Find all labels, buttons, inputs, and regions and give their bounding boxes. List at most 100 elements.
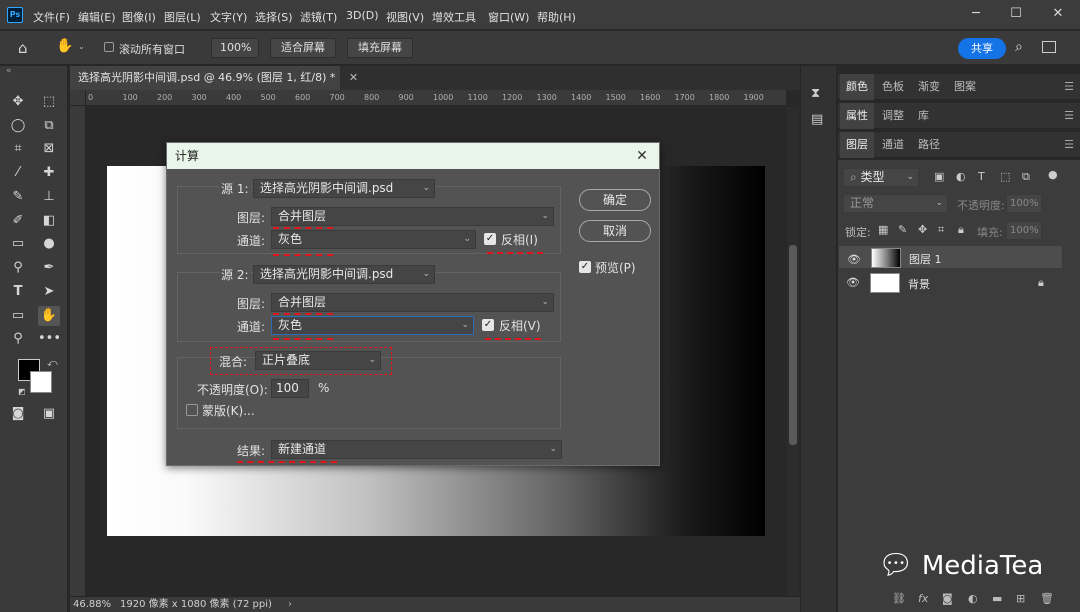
panel-menu-icon[interactable]: ☰ xyxy=(1064,103,1074,129)
blur-tool-icon[interactable]: ● xyxy=(38,234,60,254)
cancel-button[interactable]: 取消 xyxy=(579,220,651,242)
pen-tool-icon[interactable]: ✒ xyxy=(38,258,60,278)
more-tools-icon[interactable]: ••• xyxy=(38,329,61,349)
group-folder-icon[interactable]: ▬ xyxy=(992,592,1002,605)
layer-row-background[interactable]: 👁︎ 背景 🔒︎ xyxy=(838,271,1063,295)
move-tool-icon[interactable]: ✥ xyxy=(7,92,29,112)
hand-tool-icon[interactable]: ✋ xyxy=(56,38,73,54)
result-select[interactable]: 新建通道 ⌄ xyxy=(271,440,562,459)
layer-row-layer1[interactable]: 👁︎ 图层 1 xyxy=(838,245,1063,269)
add-mask-icon[interactable]: ◙ xyxy=(942,592,953,605)
layer-filter-select[interactable]: ⌕ 类型 ⌄ xyxy=(843,168,919,187)
delete-layer-icon[interactable]: 🗑︎ xyxy=(1040,592,1054,605)
menu-layer[interactable]: 图层(L) xyxy=(164,9,201,25)
comments-panel-icon[interactable]: ▤ xyxy=(811,112,823,127)
default-colors-icon[interactable]: ◩ xyxy=(18,387,26,396)
layer-opacity-input[interactable]: 100% xyxy=(1006,194,1042,213)
quick-mask-icon[interactable]: ◙ xyxy=(7,404,29,424)
tab-layers[interactable]: 图层 xyxy=(840,132,874,158)
panel-menu-icon[interactable]: ☰ xyxy=(1064,132,1074,158)
menu-file[interactable]: 文件(F) xyxy=(33,9,70,25)
maximize-icon[interactable]: ☐ xyxy=(1006,5,1026,23)
menu-select[interactable]: 选择(S) xyxy=(255,9,293,25)
dialog-close-icon[interactable]: ✕ xyxy=(633,146,651,166)
menu-plugins[interactable]: 增效工具 xyxy=(432,9,476,25)
object-select-tool-icon[interactable]: ⧉ xyxy=(38,116,60,136)
source1-invert-checkbox[interactable]: ✓ xyxy=(484,233,496,245)
workspace-icon[interactable] xyxy=(1042,41,1056,53)
link-layers-icon[interactable]: ⛓︎ xyxy=(892,592,906,605)
crop-tool-icon[interactable]: ⌗ xyxy=(7,139,29,159)
healing-brush-tool-icon[interactable]: ✚ xyxy=(38,163,60,183)
tool-preset-chevron-icon[interactable]: ⌄ xyxy=(78,42,85,51)
tab-adjustments[interactable]: 调整 xyxy=(876,103,910,129)
blend-mode-layer-select[interactable]: 正常 ⌄ xyxy=(843,194,948,213)
fit-screen-button[interactable]: 适合屏幕 xyxy=(270,38,336,58)
menu-view[interactable]: 视图(V) xyxy=(386,9,424,25)
close-tab-icon[interactable]: ✕ xyxy=(349,71,358,84)
eyedropper-tool-icon[interactable]: ⁄ xyxy=(7,163,29,183)
lock-artboard-icon[interactable]: ⌗ xyxy=(938,223,944,237)
filter-toggle-icon[interactable]: ● xyxy=(1048,168,1058,181)
menu-filter[interactable]: 滤镜(T) xyxy=(300,9,337,25)
panel-menu-icon[interactable]: ☰ xyxy=(1064,74,1074,100)
document-tab[interactable]: 选择高光阴影中间调.psd @ 46.9% (图层 1, 红/8) * ✕ xyxy=(70,66,358,90)
tab-channels[interactable]: 通道 xyxy=(876,132,910,158)
filter-adjustment-icon[interactable]: ◐ xyxy=(956,170,966,183)
menu-window[interactable]: 窗口(W) xyxy=(488,9,529,25)
layer-name[interactable]: 背景 xyxy=(908,276,930,292)
dialog-title-bar[interactable]: 计算 xyxy=(167,143,659,169)
menu-edit[interactable]: 编辑(E) xyxy=(78,9,116,25)
preview-checkbox[interactable]: ✓ xyxy=(579,261,591,273)
fill-screen-button[interactable]: 填充屏幕 xyxy=(347,38,413,58)
source1-channel-select[interactable]: 灰色 ⌄ xyxy=(271,230,476,249)
source2-layer-select[interactable]: 合并图层 ⌄ xyxy=(271,293,554,312)
type-tool-icon[interactable]: T xyxy=(7,282,29,302)
tab-paths[interactable]: 路径 xyxy=(912,132,946,158)
path-select-tool-icon[interactable]: ➤ xyxy=(38,282,60,302)
ok-button[interactable]: 确定 xyxy=(579,189,651,211)
fill-input[interactable]: 100% xyxy=(1006,221,1042,240)
zoom-100-button[interactable]: 100% xyxy=(211,38,259,58)
swap-colors-icon[interactable]: ⤺ xyxy=(47,358,58,369)
tab-patterns[interactable]: 图案 xyxy=(948,74,982,100)
home-icon[interactable]: ⌂ xyxy=(18,39,28,57)
clone-stamp-tool-icon[interactable]: ⊥ xyxy=(38,187,60,207)
lasso-tool-icon[interactable]: ◯ xyxy=(7,116,29,136)
share-button[interactable]: 共享 xyxy=(958,38,1006,59)
status-arrow-icon[interactable]: › xyxy=(288,597,292,612)
visibility-eye-icon[interactable]: 👁︎ xyxy=(846,276,860,289)
filter-shape-icon[interactable]: ⬚ xyxy=(1000,170,1010,183)
frame-tool-icon[interactable]: ⊠ xyxy=(38,139,60,159)
zoom-level[interactable]: 46.88% xyxy=(73,597,111,612)
tab-swatches[interactable]: 色板 xyxy=(876,74,910,100)
history-brush-tool-icon[interactable]: ✐ xyxy=(7,211,29,231)
lock-all-icon[interactable]: 🔒︎ xyxy=(958,223,964,237)
filter-smart-object-icon[interactable]: ⧉ xyxy=(1022,170,1030,184)
menu-image[interactable]: 图像(I) xyxy=(122,9,156,25)
hand-tool-active-icon[interactable]: ✋ xyxy=(38,306,60,326)
dodge-tool-icon[interactable]: ⚲ xyxy=(7,258,29,278)
background-color-swatch[interactable] xyxy=(30,371,52,393)
scroll-all-checkbox[interactable] xyxy=(104,42,114,52)
history-panel-icon[interactable]: ⧗ xyxy=(811,86,820,101)
blend-mode-select[interactable]: 正片叠底 ⌄ xyxy=(255,351,381,370)
tab-gradients[interactable]: 渐变 xyxy=(912,74,946,100)
source1-layer-select[interactable]: 合并图层 ⌄ xyxy=(271,207,554,226)
opacity-input[interactable]: 100 xyxy=(271,379,309,398)
close-window-icon[interactable]: ✕ xyxy=(1048,5,1068,23)
menu-help[interactable]: 帮助(H) xyxy=(537,9,576,25)
collapse-toolbar-icon[interactable]: « xyxy=(6,66,12,76)
adjustment-layer-icon[interactable]: ◐ xyxy=(968,592,978,605)
source2-file-select[interactable]: 选择高光阴影中间调.psd ⌄ xyxy=(253,265,435,284)
lock-pixels-icon[interactable]: ✎ xyxy=(898,223,907,236)
minimize-icon[interactable]: ─ xyxy=(966,5,986,23)
marquee-tool-icon[interactable]: ⬚ xyxy=(38,92,60,112)
gradient-tool-icon[interactable]: ▭ xyxy=(7,234,29,254)
vertical-scrollbar-thumb[interactable] xyxy=(789,245,797,445)
new-layer-icon[interactable]: ⊞ xyxy=(1016,592,1025,605)
lock-position-icon[interactable]: ✥ xyxy=(918,223,927,236)
filter-pixel-icon[interactable]: ▣ xyxy=(934,170,944,183)
fx-icon[interactable]: fx xyxy=(918,592,928,605)
brush-tool-icon[interactable]: ✎ xyxy=(7,187,29,207)
